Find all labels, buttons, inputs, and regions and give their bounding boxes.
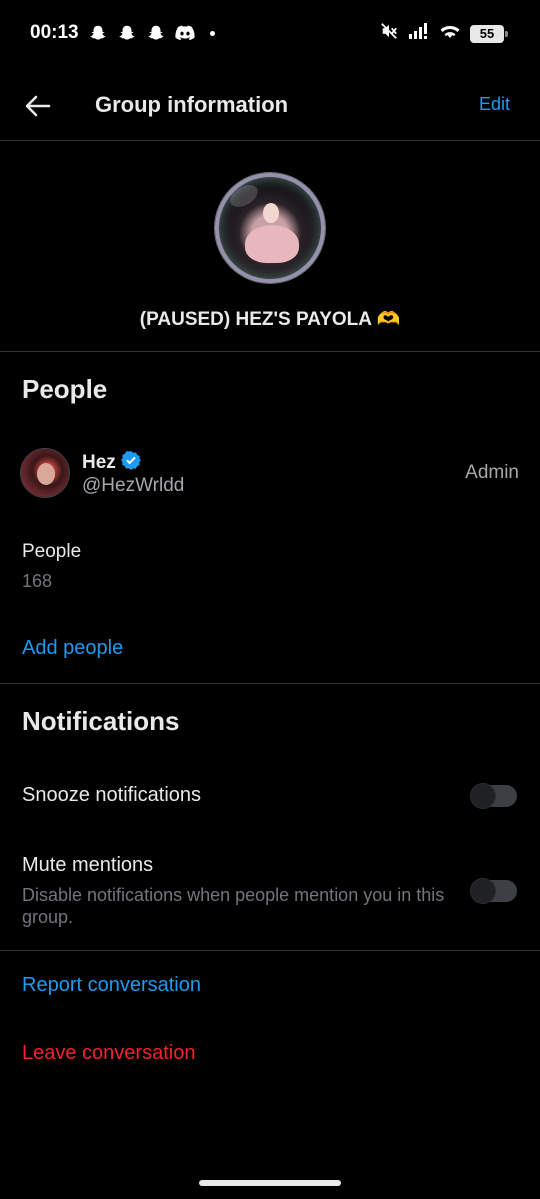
member-row[interactable]: Hez @HezWrldd Admin [0, 446, 540, 502]
member-role: Admin [465, 462, 519, 483]
page-title: Group information [95, 92, 289, 117]
edit-button[interactable]: Edit [479, 94, 510, 115]
group-name: (PAUSED) HEZ'S PAYOLA 🫶 [139, 309, 401, 330]
people-section-title: People [22, 374, 108, 404]
divider [0, 683, 540, 684]
people-count-label: People [22, 541, 82, 562]
snapchat-icon [117, 22, 137, 44]
group-info: (PAUSED) HEZ'S PAYOLA 🫶 [0, 141, 540, 352]
home-indicator[interactable] [199, 1180, 341, 1186]
app-header: Group information Edit [0, 72, 540, 141]
mute-mentions-description: Disable notifications when people mentio… [22, 885, 445, 927]
back-button[interactable] [22, 90, 54, 122]
mute-mentions-label: Mute mentions [22, 854, 154, 876]
mute-mentions-toggle[interactable] [471, 879, 517, 903]
leave-conversation-button[interactable]: Leave conversation [22, 1042, 195, 1065]
verified-badge-icon [120, 450, 141, 476]
snapchat-icon [88, 22, 108, 44]
avatar[interactable] [21, 449, 69, 497]
divider [0, 950, 540, 951]
signal-icon [408, 22, 430, 45]
more-notifications-dot [210, 30, 215, 36]
report-conversation-button[interactable]: Report conversation [22, 974, 201, 997]
mute-icon [380, 22, 398, 45]
notification-icons [88, 22, 215, 44]
arrow-left-icon [25, 95, 51, 117]
member-handle: @HezWrldd [82, 475, 185, 496]
wifi-icon [440, 23, 460, 44]
status-bar: 00:13 55 [0, 0, 540, 68]
people-count-value: 168 [22, 571, 53, 591]
add-people-button[interactable]: Add people [22, 637, 123, 660]
system-icons: 55 [380, 22, 508, 45]
snapchat-icon [146, 22, 166, 44]
snooze-notifications-label: Snooze notifications [22, 784, 202, 806]
discord-icon [175, 22, 195, 44]
status-time: 00:13 [30, 22, 79, 43]
group-avatar[interactable] [215, 173, 325, 283]
notifications-section-title: Notifications [22, 706, 180, 736]
member-name: Hez [82, 450, 141, 476]
snooze-notifications-toggle[interactable] [471, 784, 517, 808]
battery-icon: 55 [470, 24, 508, 43]
